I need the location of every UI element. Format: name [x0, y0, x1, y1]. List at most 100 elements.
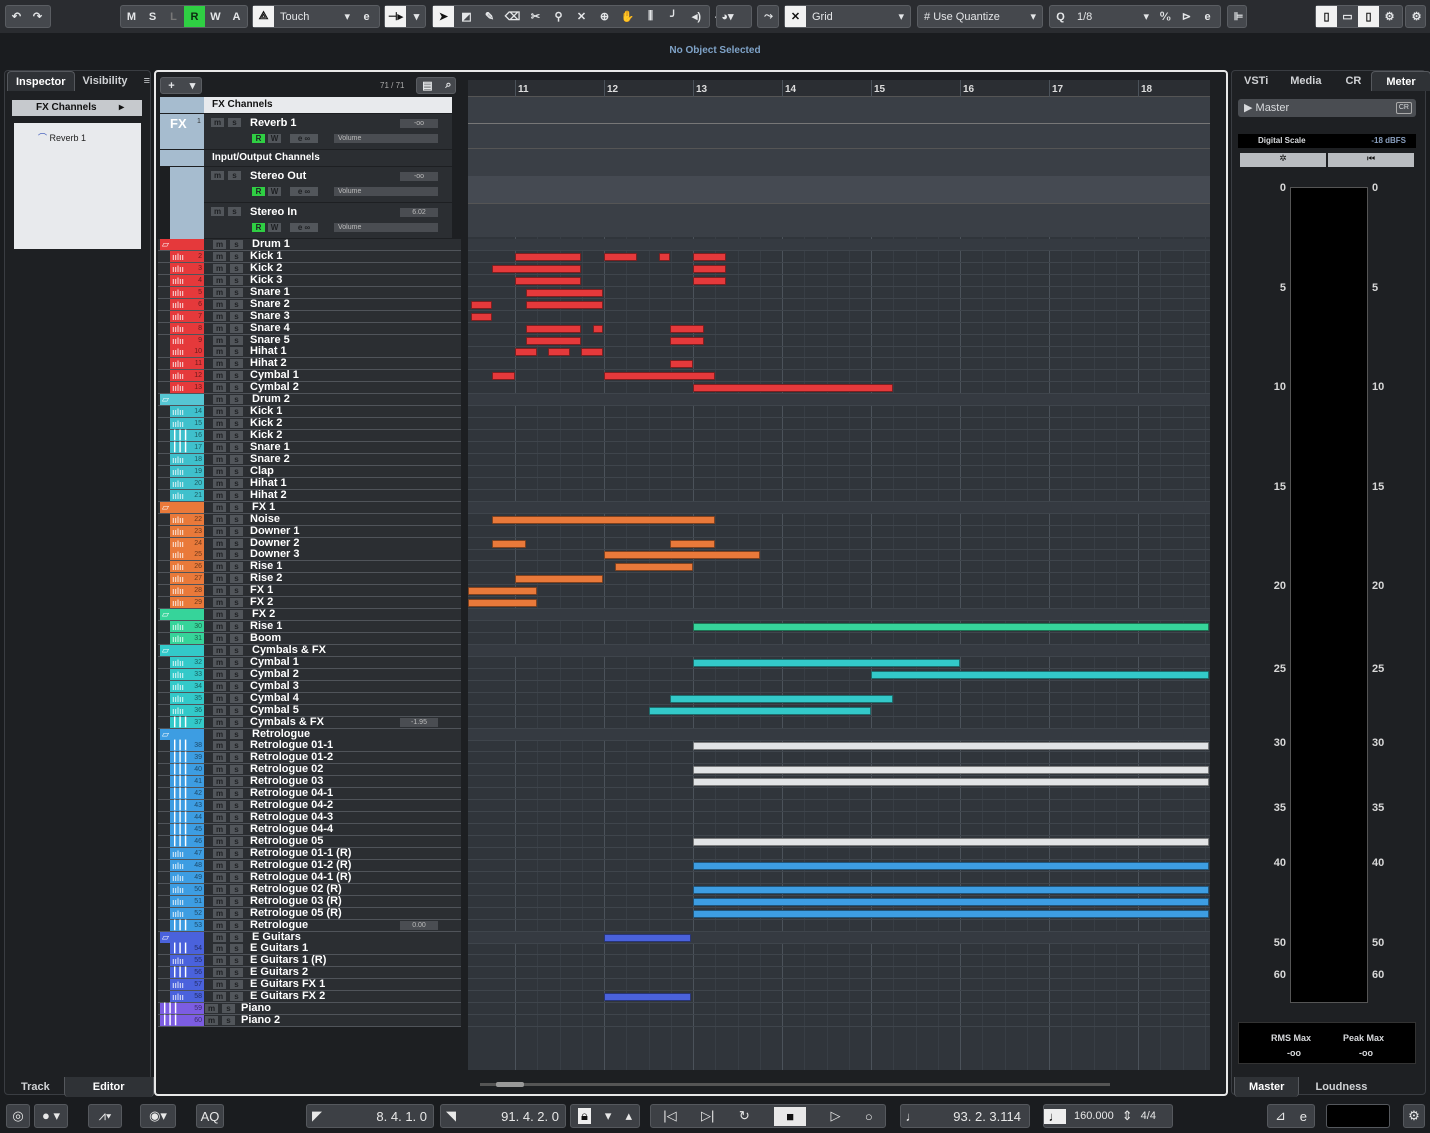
track-row[interactable]: ıılıı 15 m s Kick 2 [158, 417, 461, 430]
solo-button[interactable]: s [230, 682, 243, 691]
solo-button[interactable]: s [230, 455, 243, 464]
solo-button[interactable]: s [230, 276, 243, 285]
event-clip[interactable] [693, 838, 1210, 846]
track-name[interactable]: Hihat 2 [250, 489, 287, 501]
edit-link-icons[interactable]: e ∞ [290, 134, 318, 143]
track-name[interactable]: Snare 4 [250, 322, 290, 334]
play-tool-icon[interactable]: ◂) [686, 6, 707, 27]
mute-button[interactable]: m [213, 359, 226, 368]
track-row[interactable]: ıılıı 10 m s Hihat 1 [158, 345, 461, 358]
solo-button[interactable]: s [230, 706, 243, 715]
track-row[interactable]: ıılıı 20 m s Hihat 1 [158, 477, 461, 490]
track-row[interactable]: ıılıı 33 m s Cymbal 2 [158, 668, 461, 681]
mute-button[interactable]: m [213, 825, 226, 834]
record-mode-button[interactable]: ● ▾ [34, 1104, 68, 1128]
solo-button[interactable]: s [230, 825, 243, 834]
mute-button[interactable]: m [213, 574, 226, 583]
event-clip[interactable] [470, 301, 492, 309]
mute-button[interactable]: m [213, 885, 226, 894]
event-clip[interactable] [491, 372, 515, 380]
punch-out-icon[interactable]: ▴ [625, 1108, 632, 1124]
track-name[interactable]: Stereo In [250, 206, 297, 218]
event-clip[interactable] [648, 707, 871, 715]
mute-button[interactable]: m [211, 171, 224, 180]
solo-button[interactable]: s [230, 252, 243, 261]
solo-button[interactable]: s [230, 741, 243, 750]
event-clip[interactable] [580, 348, 604, 356]
chevron-down-icon[interactable]: ▾ [406, 6, 427, 27]
event-clip[interactable] [669, 695, 894, 703]
search-icon[interactable]: ⌕ [438, 78, 459, 93]
solo-button[interactable]: s [230, 324, 243, 333]
event-clip[interactable] [669, 337, 704, 345]
mute-button[interactable]: m [213, 765, 226, 774]
mute-button[interactable]: m [213, 944, 226, 953]
tree-item-reverb-1[interactable]: ⌒ Reverb 1 [38, 131, 86, 144]
track-name[interactable]: Rise 1 [250, 560, 282, 572]
track-row[interactable]: ıılıı 26 m s Rise 1 [158, 560, 461, 573]
draw-tool-icon[interactable]: ✎ [479, 6, 500, 27]
event-clip[interactable] [693, 766, 1210, 774]
solo-button[interactable]: s [230, 909, 243, 918]
mute-button[interactable]: m [213, 682, 226, 691]
gear-icon[interactable]: ⚙ [1403, 1104, 1425, 1128]
mute-button[interactable]: m [213, 550, 226, 559]
track-name[interactable]: Retrologue 02 (R) [250, 883, 342, 895]
grid-type-select[interactable]: # Use Quantize ▾ [918, 6, 1042, 27]
track-name[interactable]: Reverb 1 [250, 117, 296, 129]
track-name[interactable]: Snare 3 [250, 310, 290, 322]
mute-button[interactable]: m [213, 777, 226, 786]
autoscroll-icon[interactable]: ⊣▸ [385, 6, 406, 27]
write-button[interactable]: W [268, 223, 281, 232]
folder-track[interactable]: ▱ m s Drum 2 [158, 393, 461, 406]
mute-button[interactable]: m [213, 503, 226, 512]
track-name[interactable]: Retrologue 02 [250, 763, 323, 775]
event-clip[interactable] [547, 348, 571, 356]
track-name[interactable]: E Guitars 1 [250, 942, 308, 954]
track-name[interactable]: Retrologue 05 [250, 835, 323, 847]
solo-button[interactable]: s [230, 813, 243, 822]
event-clip[interactable] [693, 910, 1210, 918]
mute-button[interactable]: m [213, 897, 226, 906]
track-row[interactable]: ıılıı 25 m s Downer 3 [158, 548, 461, 561]
track-name[interactable]: Drum 2 [252, 393, 290, 405]
record-icon[interactable]: ○ [865, 1109, 873, 1124]
solo-button[interactable]: s [228, 207, 241, 216]
track-name[interactable]: FX 1 [250, 584, 273, 596]
tab-visibility[interactable]: Visibility [75, 71, 136, 91]
solo-button[interactable]: s [230, 658, 243, 667]
mute-button[interactable]: m [213, 694, 226, 703]
event-clip[interactable] [614, 563, 693, 571]
align-icon[interactable]: ⊫ [1228, 6, 1249, 27]
solo-button[interactable]: s [230, 694, 243, 703]
track-name[interactable]: Cymbal 3 [250, 680, 299, 692]
event-clip[interactable] [693, 384, 894, 392]
track-row[interactable]: ıılıı 55 m s E Guitars 1 (R) [158, 954, 461, 967]
play-icon[interactable]: ▷ [830, 1108, 840, 1124]
quantize-value-select[interactable]: 1/8 ▾ [1071, 6, 1155, 27]
left-locator-value[interactable]: 8. 4. 1. 0 [327, 1109, 433, 1124]
track-row[interactable]: ┃┃┃ 53 m s Retrologue 0.00 [158, 919, 461, 932]
horizontal-scrollbar[interactable] [480, 1082, 1110, 1087]
mute-button[interactable]: m [213, 610, 226, 619]
mute-button[interactable]: m [213, 347, 226, 356]
solo-button[interactable]: s [230, 992, 243, 1001]
track-name[interactable]: Retrologue 01-1 (R) [250, 847, 351, 859]
track-row[interactable]: ┃┃┃ 59 m s Piano [158, 1002, 461, 1015]
ruler[interactable]: 11 12 13 14 15 16 17 18 [468, 80, 1210, 97]
quantize-button[interactable]: Q [1050, 6, 1071, 27]
pointer-tool-icon[interactable]: ➤ [433, 6, 454, 27]
mute-button[interactable]: m [213, 240, 226, 249]
track-name[interactable]: Kick 1 [250, 250, 282, 262]
solo-button[interactable]: s [230, 562, 243, 571]
track-name[interactable]: Clap [250, 465, 274, 477]
track-row[interactable]: ıılıı 52 m s Retrologue 05 (R) [158, 907, 461, 920]
mute-button[interactable]: m [213, 288, 226, 297]
solo-button[interactable]: s [230, 574, 243, 583]
event-clip[interactable] [693, 862, 1210, 870]
tab-track[interactable]: Track [7, 1077, 64, 1097]
track-row[interactable]: ıılıı 30 m s Rise 1 [158, 620, 461, 633]
track-name[interactable]: Kick 2 [250, 262, 282, 274]
track-name[interactable]: Retrologue 04-2 [250, 799, 333, 811]
mute-button[interactable]: m [213, 479, 226, 488]
